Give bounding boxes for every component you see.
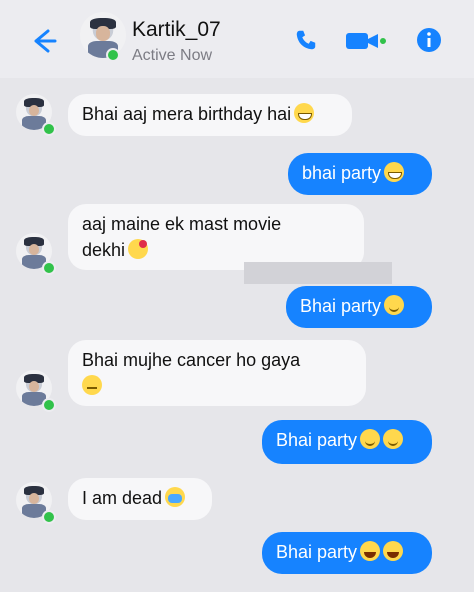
outgoing-message[interactable]: Bhai party <box>286 286 432 328</box>
online-status-dot <box>106 48 120 62</box>
message-text-line-2: dekhi <box>82 240 126 260</box>
winking-face-emoji <box>384 295 405 315</box>
back-arrow-icon[interactable] <box>28 26 58 56</box>
expressionless-face-emoji <box>82 375 102 395</box>
message-text-line-1: aaj maine ek mast movie <box>82 214 282 234</box>
message-text: Bhai mujhe cancer ho gaya <box>82 350 301 370</box>
laughing-face-emoji <box>383 541 404 561</box>
grinning-face-emoji <box>384 162 405 182</box>
chat-header: Kartik_07 Active Now <box>0 0 474 78</box>
incoming-message[interactable]: Bhai mujhe cancer ho gaya <box>68 340 366 406</box>
contact-status: Active Now <box>132 47 213 64</box>
grinning-face-emoji <box>294 103 315 123</box>
incoming-message[interactable]: I am dead <box>68 478 212 520</box>
phone-icon[interactable] <box>294 28 318 52</box>
online-status-dot <box>42 398 56 412</box>
info-icon[interactable] <box>416 27 442 53</box>
outgoing-message[interactable]: Bhai party <box>262 532 432 574</box>
laughing-face-emoji <box>360 541 381 561</box>
online-status-dot <box>42 122 56 136</box>
outgoing-message[interactable]: Bhai party <box>262 420 432 464</box>
contact-name[interactable]: Kartik_07 <box>132 18 221 42</box>
online-status-dot <box>42 510 56 524</box>
smiling-face-emoji <box>360 429 381 449</box>
incoming-message[interactable]: Bhai aaj mera birthday hai <box>68 94 352 136</box>
incoming-message[interactable]: aaj maine ek mast movie dekhi <box>68 204 364 270</box>
video-camera-icon[interactable] <box>346 30 386 52</box>
message-text: Bhai aaj mera birthday hai <box>82 104 292 124</box>
message-text: bhai party <box>302 163 382 183</box>
message-text: Bhai party <box>276 542 358 562</box>
message-text: I am dead <box>82 488 163 508</box>
smiling-face-emoji <box>383 429 404 449</box>
online-status-dot <box>42 261 56 275</box>
redaction-bar <box>244 262 392 284</box>
outgoing-message[interactable]: bhai party <box>288 153 432 195</box>
smiling-face-with-hearts-emoji <box>128 239 149 259</box>
message-text: Bhai party <box>276 430 358 450</box>
crying-face-emoji <box>165 487 186 507</box>
message-text: Bhai party <box>300 296 382 316</box>
